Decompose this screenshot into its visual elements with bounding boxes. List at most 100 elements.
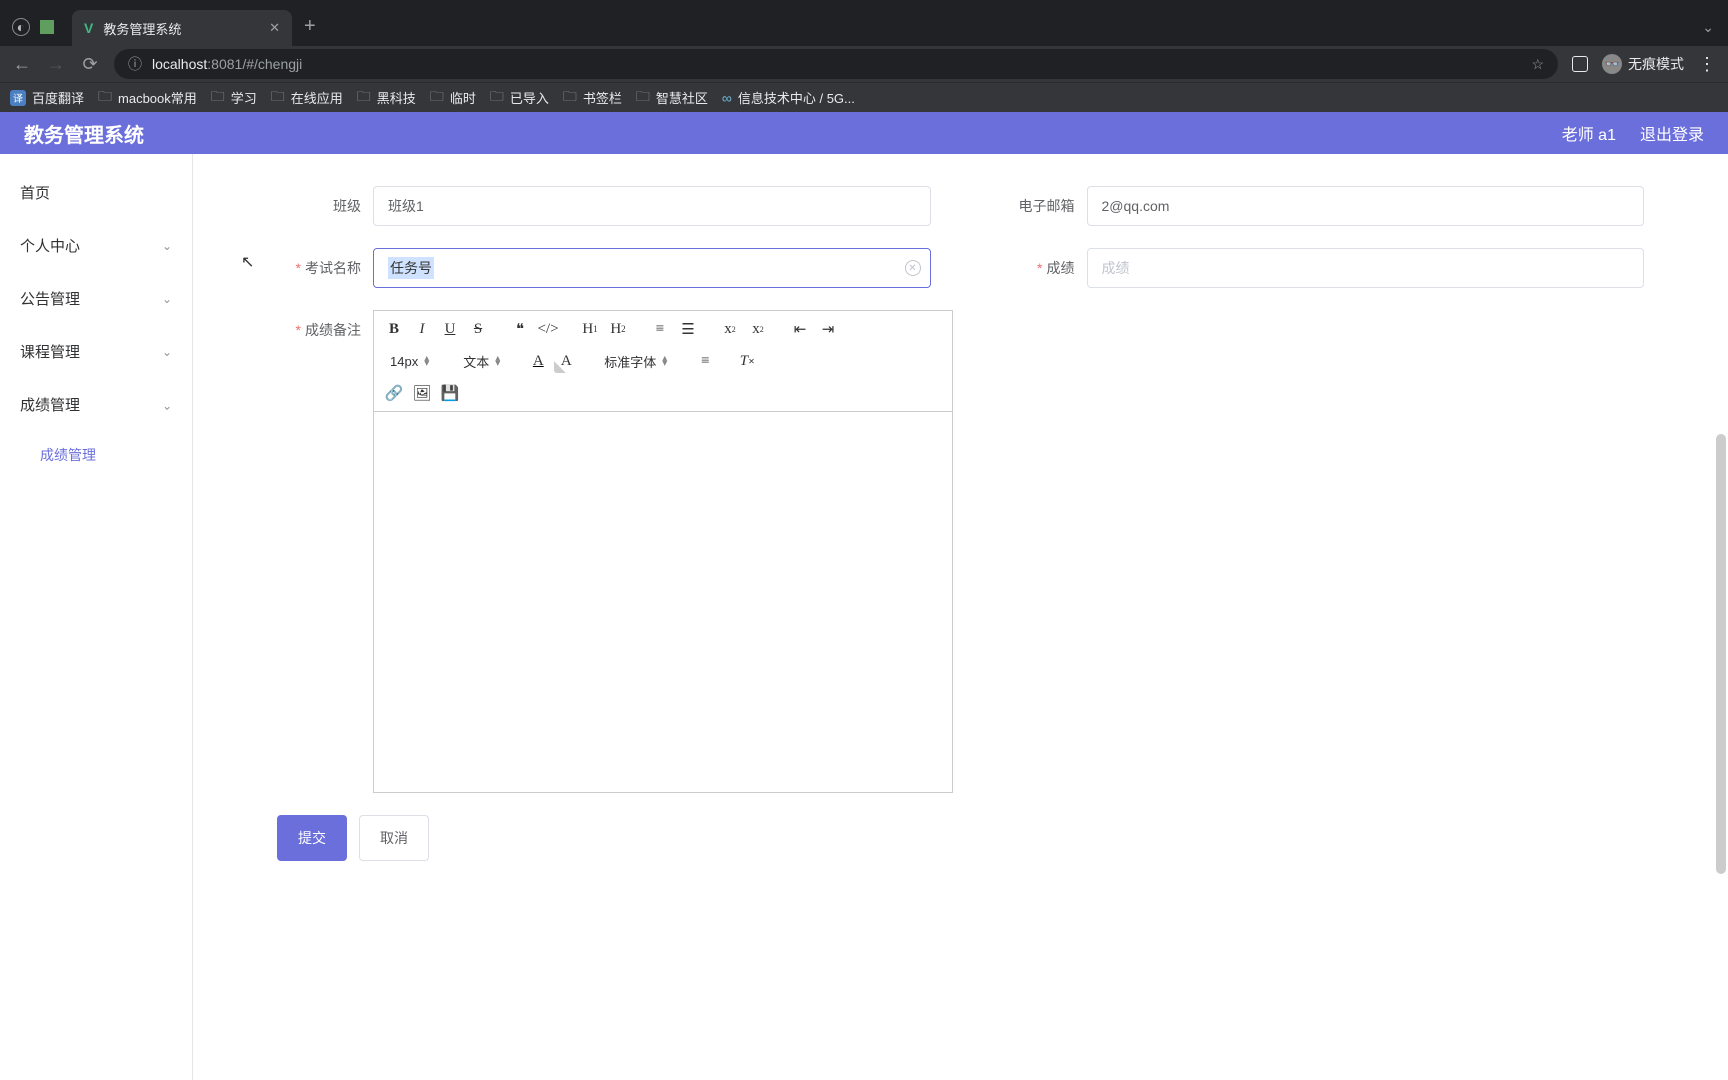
bookmarks-bar: 译百度翻译 🗀macbook常用 🗀学习 🗀在线应用 🗀黑科技 🗀临时 🗀已导入… [0,82,1728,112]
rich-text-editor: B I U S ❝ </> H1 H2 ≡ ☰ [373,310,953,793]
unordered-list-icon[interactable]: ☰ [676,317,700,341]
text-color-icon[interactable]: A [526,349,550,373]
chevron-up-icon: ⌃ [162,398,172,412]
forward-button: → [46,54,66,75]
score-label: *成绩 [991,248,1087,288]
link-icon: ∞ [722,90,732,106]
bookmark-folder[interactable]: 🗀学习 [211,86,257,110]
h1-icon[interactable]: H1 [578,317,602,341]
align-icon[interactable]: ≡ [693,349,717,373]
bookmark-folder[interactable]: 🗀已导入 [490,86,549,110]
chevron-down-icon: ⌄ [162,292,172,306]
main-content: 班级 电子邮箱 *考试名称 任务号 [193,154,1728,1080]
superscript-icon[interactable]: x2 [746,317,770,341]
clear-icon[interactable]: ✕ [905,260,921,276]
globe-icon[interactable]: ◐ [12,18,30,36]
browser-tab-strip: ◐ V 教务管理系统 ✕ + ⌄ [0,0,1728,46]
site-info-icon[interactable]: ⓘ [128,54,142,74]
email-input[interactable] [1087,186,1645,226]
remark-label: *成绩备注 [277,310,373,350]
exam-input[interactable]: 任务号 [373,248,931,288]
submit-button[interactable]: 提交 [277,815,347,861]
h2-icon[interactable]: H2 [606,317,630,341]
sidebar-item-profile[interactable]: 个人中心 ⌄ [0,219,192,272]
tab-overflow-icon[interactable]: ⌄ [1688,19,1728,46]
class-input[interactable] [373,186,931,226]
score-input[interactable] [1087,248,1645,288]
italic-icon[interactable]: I [410,317,434,341]
bookmark-item[interactable]: ∞信息技术中心 / 5G... [722,88,855,107]
block-type-select[interactable]: 文本▴▾ [455,349,508,373]
ordered-list-icon[interactable]: ≡ [648,317,672,341]
sidebar-item-home[interactable]: 首页 [0,166,192,219]
bg-color-icon[interactable]: A [554,349,578,373]
editor-content[interactable] [374,412,952,792]
sidebar-item-course[interactable]: 课程管理 ⌄ [0,325,192,378]
bookmark-folder[interactable]: 🗀黑科技 [357,86,416,110]
sidebar: 首页 个人中心 ⌄ 公告管理 ⌄ 课程管理 ⌄ 成绩管理 ⌃ 成绩管理 [0,154,193,1080]
code-icon[interactable]: </> [536,317,560,341]
bookmark-folder[interactable]: 🗀智慧社区 [636,86,708,110]
chevron-down-icon: ⌄ [162,239,172,253]
bookmark-star-icon[interactable]: ☆ [1531,56,1544,73]
logout-link[interactable]: 退出登录 [1640,121,1704,145]
cancel-button[interactable]: 取消 [359,815,429,861]
underline-icon[interactable]: U [438,317,462,341]
font-size-select[interactable]: 14px▴▾ [382,349,437,373]
bookmark-folder[interactable]: 🗀临时 [430,86,476,110]
browser-window-controls: ◐ [8,18,64,46]
folder-icon: 🗀 [98,86,112,110]
folder-icon: 🗀 [430,86,444,110]
tab-close-icon[interactable]: ✕ [269,20,280,36]
class-label: 班级 [277,186,373,226]
exam-input-value: 任务号 [388,257,434,279]
address-bar[interactable]: ⓘ localhost:8081/#/chengji ☆ [114,49,1558,79]
extensions-icon[interactable] [1572,56,1588,72]
folder-icon: 🗀 [271,86,285,110]
browser-tab[interactable]: V 教务管理系统 ✕ [72,10,292,46]
bookmark-folder[interactable]: 🗀macbook常用 [98,86,197,110]
folder-icon: 🗀 [357,86,371,110]
bookmark-folder[interactable]: 🗀书签栏 [563,86,622,110]
sidebar-item-notice[interactable]: 公告管理 ⌄ [0,272,192,325]
vue-logo-icon: V [84,20,93,36]
indent-decrease-icon[interactable]: ⇤ [788,317,812,341]
bookmark-item[interactable]: 译百度翻译 [10,88,84,107]
bold-icon[interactable]: B [382,317,406,341]
reload-button[interactable]: ⟳ [80,54,100,75]
url-text: localhost:8081/#/chengji [152,56,302,72]
chevron-down-icon: ⌄ [162,345,172,359]
link-icon[interactable]: 🔗 [382,381,406,405]
strikethrough-icon[interactable]: S [466,317,490,341]
exam-label: *考试名称 [277,248,373,288]
browser-menu-icon[interactable]: ⋮ [1698,54,1716,75]
bookmark-folder[interactable]: 🗀在线应用 [271,86,343,110]
folder-icon: 🗀 [563,86,577,110]
incognito-indicator[interactable]: 👓 无痕模式 [1602,54,1684,74]
app-icon[interactable] [40,20,54,34]
image-icon[interactable]: 🖼 [410,381,434,405]
app-title: 教务管理系统 [24,119,144,148]
subscript-icon[interactable]: x2 [718,317,742,341]
scrollbar[interactable] [1716,434,1726,874]
sidebar-subitem-score-manage[interactable]: 成绩管理 [0,431,192,479]
font-family-select[interactable]: 标准字体▴▾ [596,349,675,373]
translate-icon: 译 [10,90,26,106]
tab-title: 教务管理系统 [103,19,259,38]
indent-increase-icon[interactable]: ⇥ [816,317,840,341]
quote-icon[interactable]: ❝ [508,317,532,341]
email-label: 电子邮箱 [991,186,1087,226]
folder-icon: 🗀 [211,86,225,110]
sidebar-item-score[interactable]: 成绩管理 ⌃ [0,378,192,431]
clear-format-icon[interactable]: T✕ [735,349,759,373]
new-tab-button[interactable]: + [292,15,328,46]
incognito-icon: 👓 [1602,54,1622,74]
browser-toolbar: ← → ⟳ ⓘ localhost:8081/#/chengji ☆ 👓 无痕模… [0,46,1728,82]
video-icon[interactable]: 💾 [438,381,462,405]
user-label[interactable]: 老师 a1 [1562,121,1616,145]
editor-toolbar: B I U S ❝ </> H1 H2 ≡ ☰ [374,311,952,412]
app-header: 教务管理系统 老师 a1 退出登录 [0,112,1728,154]
back-button[interactable]: ← [12,54,32,75]
folder-icon: 🗀 [490,86,504,110]
folder-icon: 🗀 [636,86,650,110]
